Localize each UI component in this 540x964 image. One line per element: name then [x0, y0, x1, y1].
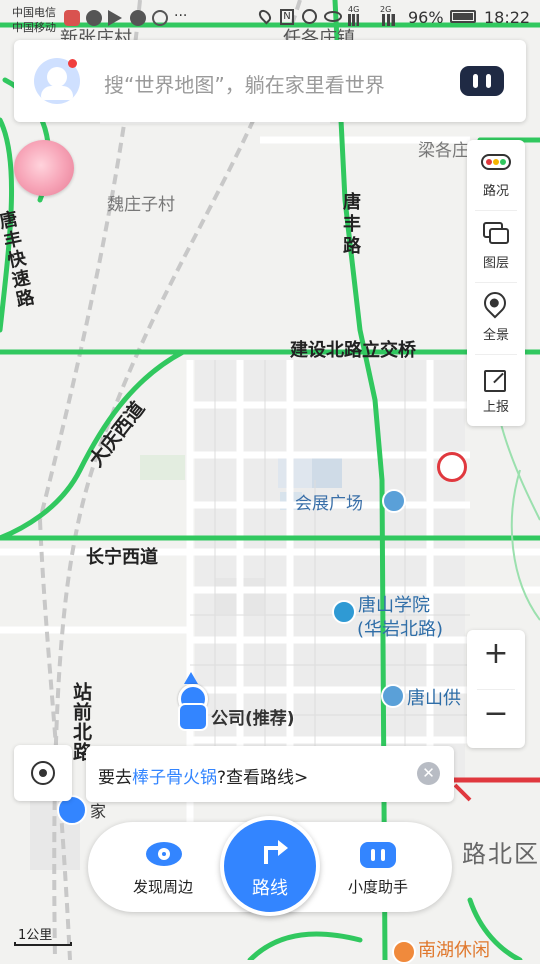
map-label-lianggezhuang: 梁各庄: [418, 141, 469, 161]
panorama-pin-icon: [479, 287, 511, 319]
alarm-icon: [302, 9, 317, 24]
suggestion-text[interactable]: 要去棒子骨火锅?查看路线>: [98, 763, 308, 788]
status-bar: 中国电信 中国移动 ··· N 4G 2G 96% 18:22: [0, 0, 540, 36]
zoom-controls: + −: [467, 630, 525, 748]
clock: 18:22: [484, 8, 531, 27]
network-4g-label: 4G: [348, 5, 360, 14]
tool-layers-label: 图层: [482, 256, 509, 271]
user-avatar-icon[interactable]: [34, 58, 80, 104]
route-label: 路线: [252, 878, 288, 899]
tool-traffic-label: 路况: [482, 184, 509, 199]
search-card[interactable]: 搜“世界地图”，躺在家里看世界: [14, 40, 526, 122]
tool-panorama-label: 全景: [482, 328, 509, 343]
traffic-light-icon: [481, 154, 511, 170]
carrier-1: 中国电信: [12, 6, 56, 19]
app-icon-2: [86, 10, 102, 26]
battery-percent: 96%: [408, 8, 444, 27]
tangshan-supply-poi-icon[interactable]: [381, 684, 405, 708]
app-icon-5: [152, 10, 168, 26]
map-label-tangshan-college-sub: (华岩北路): [357, 619, 444, 640]
network-2g-label: 2G: [380, 5, 392, 14]
play-store-icon: [108, 10, 122, 26]
mic-app-icon: [64, 10, 80, 26]
carrier-2: 中国移动: [12, 21, 56, 34]
tool-traffic[interactable]: 路况: [467, 140, 525, 210]
route-button[interactable]: 路线: [220, 816, 320, 916]
divider: [477, 689, 515, 690]
locate-target-icon: [31, 761, 55, 785]
assistant-label: 小度助手: [347, 878, 408, 896]
suggestion-suffix: ?查看路线>: [217, 768, 309, 788]
nfc-icon: N: [280, 9, 294, 25]
eye-comfort-icon: [324, 11, 342, 22]
battery-icon: [450, 10, 476, 23]
signal-1-icon: [348, 14, 362, 26]
more-notifications-icon: ···: [174, 8, 188, 24]
xiaodu-assistant-icon: [360, 842, 396, 868]
discover-label: 发现周边: [132, 878, 193, 896]
suggestion-place[interactable]: 棒子骨火锅: [132, 768, 217, 788]
layers-icon: [483, 222, 509, 244]
divider: [475, 210, 517, 211]
divider: [475, 354, 517, 355]
discover-nearby-button[interactable]: 发现周边: [98, 832, 228, 902]
app-icon-4: [130, 10, 146, 26]
search-input[interactable]: 搜“世界地图”，躺在家里看世界: [104, 69, 385, 98]
route-suggestion[interactable]: 要去棒子骨火锅?查看路线> ✕: [86, 746, 454, 802]
exhibition-poi-icon[interactable]: [382, 489, 406, 513]
divider: [475, 282, 517, 283]
poi-marker-icon[interactable]: [437, 452, 467, 482]
zoom-out-button[interactable]: −: [467, 696, 525, 731]
eye-icon: [146, 842, 182, 866]
nanhu-poi-icon[interactable]: [392, 940, 416, 964]
tool-report-label: 上报: [482, 400, 509, 415]
voice-assistant-icon[interactable]: [460, 66, 504, 96]
briefcase-icon: [178, 703, 208, 731]
map-label-tangshan-supply: 唐山供: [407, 688, 461, 709]
location-arrow-icon: [184, 672, 198, 684]
turn-right-arrow-icon: [260, 838, 288, 864]
scale-label: 1公里: [18, 928, 53, 943]
map-label-lubei-district: 路北区: [462, 840, 540, 868]
map-label-nanhu-leisure: 南湖休闲: [418, 940, 490, 961]
map-label-tangshan-college: 唐山学院: [358, 595, 430, 616]
locate-me-button[interactable]: [14, 745, 72, 801]
location-status-icon: [256, 7, 274, 25]
map-label-jianshe-bridge: 建设北路立交桥: [290, 340, 416, 361]
scale-line: [14, 942, 72, 946]
map-label-company[interactable]: 公司(推荐): [211, 704, 295, 729]
map-tools-panel: 路况 图层 全景 上报: [467, 140, 525, 426]
suggestion-prefix: 要去: [98, 768, 132, 788]
map-label-tangfeng-road: 唐丰路: [340, 192, 361, 258]
tool-report[interactable]: 上报: [467, 356, 525, 426]
college-poi-icon[interactable]: [332, 600, 356, 624]
scale-bar: 1公里: [14, 926, 74, 946]
zoom-in-button[interactable]: +: [467, 636, 525, 671]
tool-panorama[interactable]: 全景: [467, 284, 525, 354]
map-label-changning-west: 长宁西道: [86, 547, 158, 568]
notification-dot-icon: [68, 59, 77, 68]
tool-layers[interactable]: 图层: [467, 212, 525, 282]
signal-2-icon: [382, 14, 398, 26]
assistant-button[interactable]: 小度助手: [320, 832, 440, 902]
map-label-exhibition: 会展广场: [295, 494, 363, 514]
close-suggestion-icon[interactable]: ✕: [417, 762, 440, 785]
promo-blossom-icon[interactable]: [14, 140, 74, 196]
map-label-weizhuangzi: 魏庄子村: [107, 195, 175, 215]
report-edit-icon: [484, 370, 506, 392]
